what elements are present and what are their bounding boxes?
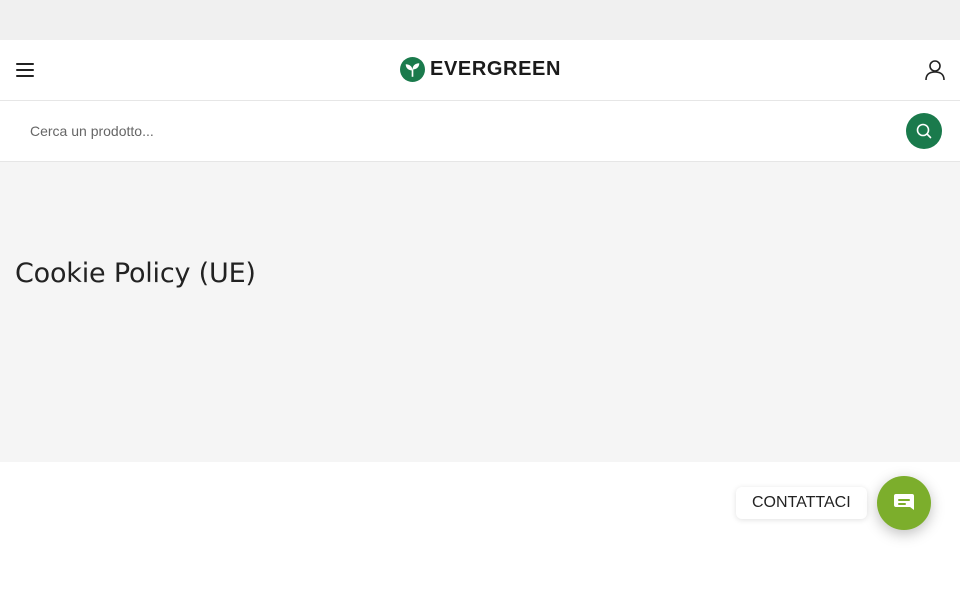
logo-text: EVERGREEN: [430, 57, 561, 80]
page-hero: Cookie Policy (UE): [0, 162, 960, 462]
hamburger-icon-line: [16, 75, 34, 77]
leaf-logo-icon: [400, 56, 425, 82]
account-button[interactable]: [922, 57, 948, 83]
search-button[interactable]: [906, 113, 942, 149]
hamburger-icon-line: [16, 69, 34, 71]
contact-label[interactable]: CONTATTACI: [736, 487, 867, 519]
site-header: EVERGREEN: [0, 40, 960, 101]
top-bar: [0, 0, 960, 40]
search-input[interactable]: [18, 113, 898, 149]
search-icon: [916, 123, 932, 139]
page-title: Cookie Policy (UE): [15, 258, 256, 289]
contact-button[interactable]: [877, 476, 931, 530]
site-logo[interactable]: EVERGREEN: [400, 55, 561, 83]
menu-button[interactable]: [12, 58, 38, 82]
search-bar: [0, 101, 960, 162]
chat-bubble-icon: [894, 494, 914, 510]
hamburger-icon-line: [16, 63, 34, 65]
user-icon: [925, 60, 945, 81]
